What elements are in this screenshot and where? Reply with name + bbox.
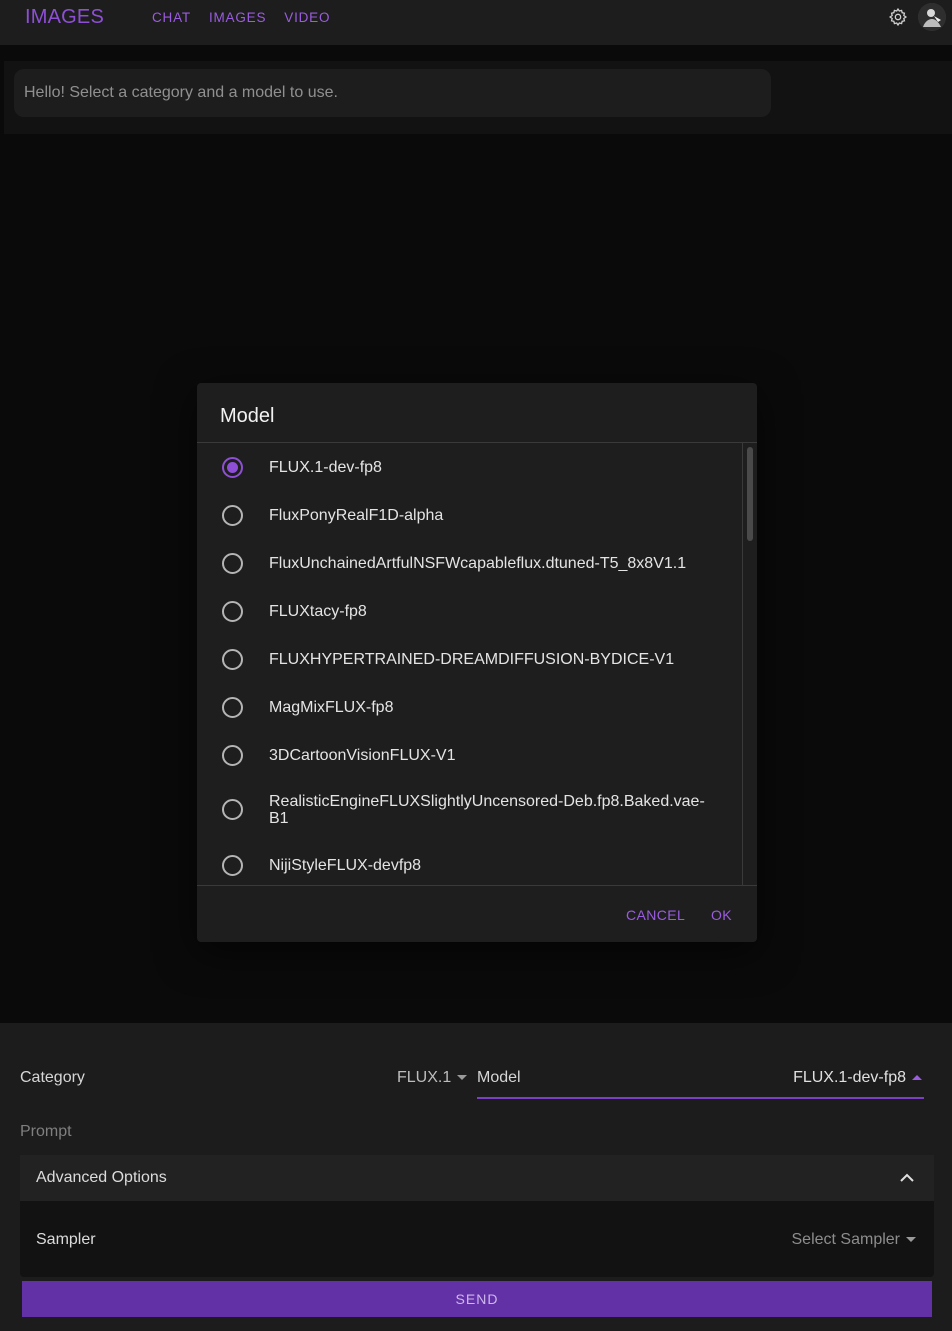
model-option[interactable]: FluxUnchainedArtfulNSFWcapableflux.dtune… <box>197 551 742 575</box>
gear-icon[interactable] <box>888 7 908 27</box>
model-option-label: FLUXtacy-fp8 <box>269 603 367 620</box>
model-option[interactable]: FluxPonyRealF1D-alpha <box>197 503 742 527</box>
prompt-input[interactable]: Prompt <box>20 1123 72 1141</box>
model-option-label: FLUXHYPERTRAINED-DREAMDIFFUSION-BYDICE-V… <box>269 651 675 668</box>
user-avatar[interactable] <box>918 3 946 31</box>
chevron-up-icon <box>900 1173 914 1182</box>
sampler-select[interactable]: Select Sampler <box>792 1231 916 1249</box>
radio-unchecked-icon[interactable] <box>222 697 243 718</box>
nav-images[interactable]: IMAGES <box>209 10 266 25</box>
ok-button[interactable]: OK <box>711 907 732 923</box>
nav-chat[interactable]: CHAT <box>152 10 191 25</box>
model-option-label: NijiStyleFLUX-devfp8 <box>269 857 422 874</box>
caret-down-icon <box>906 1237 916 1243</box>
model-option[interactable]: 3DCartoonVisionFLUX-V1 <box>197 743 742 767</box>
list-scrollbar[interactable] <box>742 443 757 885</box>
model-option[interactable]: FLUX.1-dev-fp8 <box>197 455 742 479</box>
radio-unchecked-icon[interactable] <box>222 553 243 574</box>
model-select-dialog: Model FLUX.1-dev-fp8 FluxPonyRealF1D-alp… <box>197 383 757 942</box>
model-option[interactable]: FLUXHYPERTRAINED-DREAMDIFFUSION-BYDICE-V… <box>197 647 742 671</box>
cancel-button[interactable]: CANCEL <box>626 907 685 923</box>
model-options-list: FLUX.1-dev-fp8 FluxPonyRealF1D-alpha Flu… <box>197 442 757 886</box>
model-option[interactable]: MagMixFLUX-fp8 <box>197 695 742 719</box>
category-label: Category <box>20 1069 85 1086</box>
category-value: FLUX.1 <box>397 1069 452 1086</box>
model-option-label: MagMixFLUX-fp8 <box>269 699 394 716</box>
model-option-label: FLUX.1-dev-fp8 <box>269 459 382 476</box>
radio-unchecked-icon[interactable] <box>222 745 243 766</box>
model-option[interactable]: NijiStyleFLUX-devfp8 <box>197 853 742 877</box>
caret-down-icon <box>457 1075 468 1081</box>
radio-unchecked-icon[interactable] <box>222 799 243 820</box>
top-app-bar: IMAGES CHAT IMAGES VIDEO <box>0 0 952 45</box>
model-option[interactable]: RealisticEngineFLUXSlightlyUncensored-De… <box>197 789 742 829</box>
advanced-options-title: Advanced Options <box>36 1169 167 1186</box>
advanced-options-body: Sampler Select Sampler <box>20 1201 934 1277</box>
main-nav: CHAT IMAGES VIDEO <box>152 10 330 25</box>
model-option-label: FluxUnchainedArtfulNSFWcapableflux.dtune… <box>269 555 687 572</box>
model-value: FLUX.1-dev-fp8 <box>793 1069 922 1087</box>
model-option[interactable]: FLUXtacy-fp8 <box>197 599 742 623</box>
scrollbar-thumb[interactable] <box>747 447 753 541</box>
app-brand: IMAGES <box>25 6 104 28</box>
radio-unchecked-icon[interactable] <box>222 601 243 622</box>
nav-video[interactable]: VIDEO <box>284 10 330 25</box>
advanced-options-toggle[interactable]: Advanced Options <box>20 1155 934 1201</box>
radio-checked-icon[interactable] <box>222 457 243 478</box>
model-option-label: FluxPonyRealF1D-alpha <box>269 507 444 524</box>
dialog-title: Model <box>220 405 275 427</box>
sampler-label: Sampler <box>36 1231 96 1248</box>
model-select[interactable]: Model FLUX.1-dev-fp8 <box>477 1058 924 1099</box>
model-option-label: 3DCartoonVisionFLUX-V1 <box>269 747 456 764</box>
radio-unchecked-icon[interactable] <box>222 649 243 670</box>
caret-up-icon <box>912 1075 922 1081</box>
send-button[interactable]: SEND <box>22 1281 932 1317</box>
model-label: Model <box>477 1069 521 1086</box>
radio-unchecked-icon[interactable] <box>222 505 243 526</box>
radio-unchecked-icon[interactable] <box>222 855 243 876</box>
category-select[interactable]: FLUX.1 <box>397 1069 468 1087</box>
model-option-label: RealisticEngineFLUXSlightlyUncensored-De… <box>269 793 705 827</box>
